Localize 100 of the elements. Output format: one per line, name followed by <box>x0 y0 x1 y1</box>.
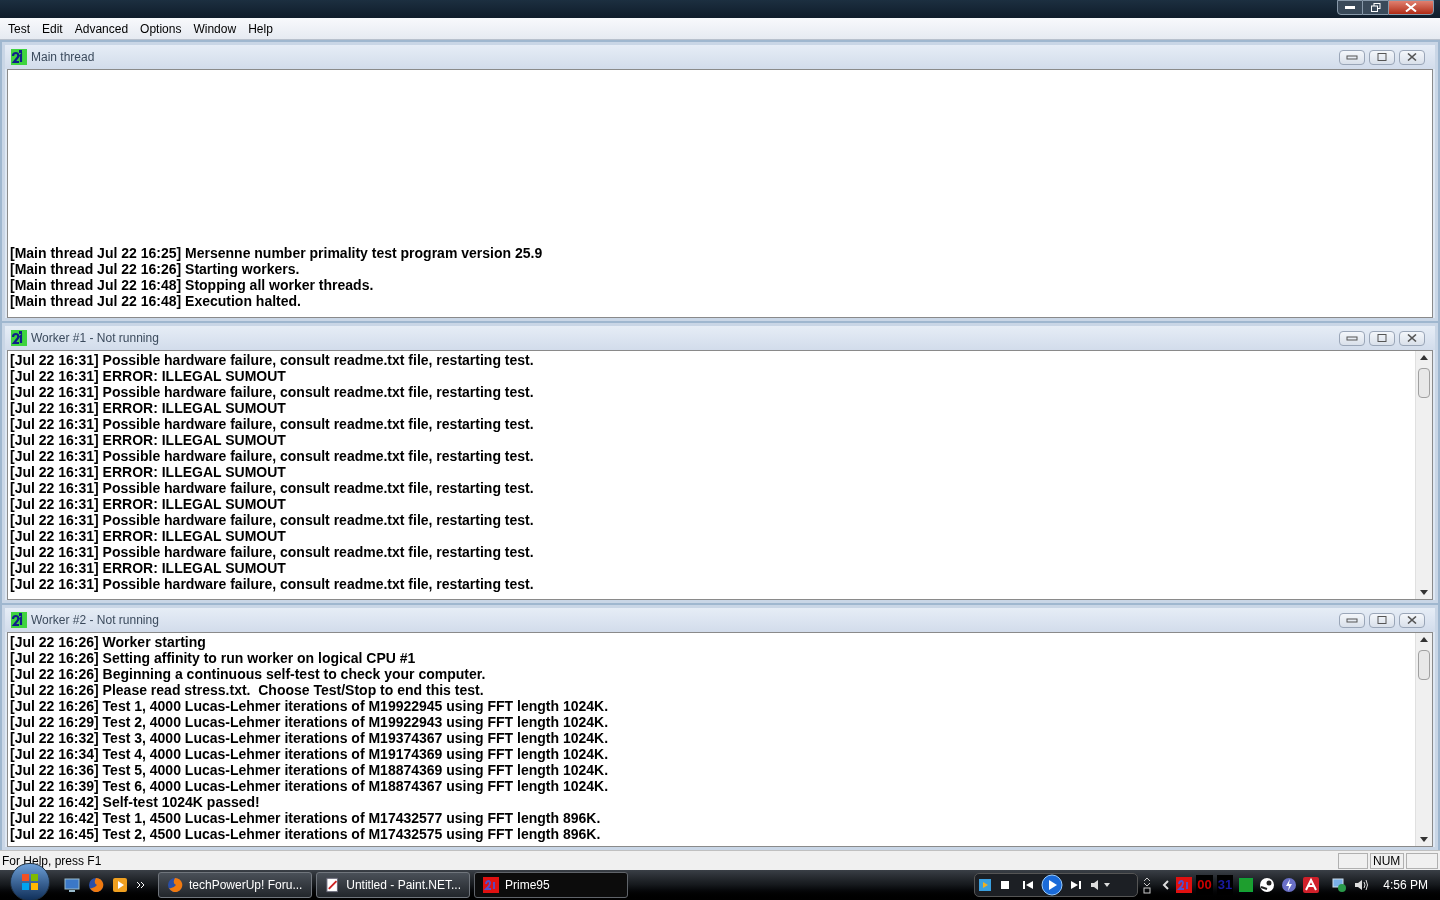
log-line: [Jul 22 16:31] Possible hardware failure, consult readme.txt file, restarting test. <box>10 576 535 592</box>
log-line: [Main thread Jul 22 16:25] Mersenne number primality test program version 25.9 <box>10 245 544 261</box>
scroll-up-icon <box>1420 637 1428 642</box>
menu-item[interactable]: Help <box>242 19 279 38</box>
maximize-icon <box>1376 53 1388 61</box>
windows-logo-icon <box>21 873 39 891</box>
taskbar-button[interactable]: Untitled - Paint.NET... <box>316 872 470 898</box>
prime-icon <box>1176 877 1193 893</box>
prime-icon <box>11 330 27 346</box>
network-icon[interactable] <box>1331 877 1348 893</box>
log-line: [Jul 22 16:31] ERROR: ILLEGAL SUMOUT <box>10 432 287 448</box>
window-title: Main thread <box>31 49 95 66</box>
document-icon <box>325 877 341 893</box>
log-line: [Jul 22 16:34] Test 4, 4000 Lucas-Lehmer iterations of M19174369 using FFT length 1024K. <box>10 746 610 762</box>
maximize-icon <box>1376 616 1388 624</box>
status-indicator: NUM <box>1370 852 1404 869</box>
desktop-icon[interactable] <box>64 878 80 892</box>
scroll-down-icon <box>1420 837 1428 842</box>
log-line: [Jul 22 16:31] ERROR: ILLEGAL SUMOUT <box>10 528 287 544</box>
menu-item[interactable]: Window <box>187 19 243 38</box>
maximize-button[interactable] <box>1369 612 1395 628</box>
scrollbar[interactable] <box>1415 633 1432 846</box>
minimize-icon <box>1346 616 1358 624</box>
log-line: [Jul 22 16:31] Possible hardware failure, consult readme.txt file, restarting test. <box>10 352 535 368</box>
scroll-up-icon <box>1420 355 1428 360</box>
log-line: [Jul 22 16:31] ERROR: ILLEGAL SUMOUT <box>10 400 287 416</box>
clock: 4:56 PM <box>1383 877 1428 894</box>
log-line: [Jul 22 16:42] Test 1, 4500 Lucas-Lehmer iterations of M17432577 using FFT length 896K. <box>10 810 602 826</box>
close-button[interactable] <box>1399 612 1425 628</box>
log-line: [Jul 22 16:31] ERROR: ILLEGAL SUMOUT <box>10 560 287 576</box>
log-line: [Jul 22 16:29] Test 2, 4000 Lucas-Lehmer iterations of M19922943 using FFT length 1024K. <box>10 714 610 730</box>
log-line: [Jul 22 16:26] Test 1, 4000 Lucas-Lehmer iterations of M19922945 using FFT length 1024K. <box>10 698 610 714</box>
log-line: [Jul 22 16:39] Test 6, 4000 Lucas-Lehmer iterations of M18874367 using FFT length 1024K. <box>10 778 610 794</box>
log-line: [Jul 22 16:26] Beginning a continuous self-test to check your computer. <box>10 666 487 682</box>
menu-item[interactable]: Options <box>134 19 188 38</box>
prime-icon <box>483 877 499 893</box>
log-line: [Jul 22 16:36] Test 5, 4000 Lucas-Lehmer iterations of M18874369 using FFT length 1024K. <box>10 762 610 778</box>
maximize-button[interactable] <box>1369 330 1395 346</box>
log-line: [Main thread Jul 22 16:26] Starting workers. <box>10 261 301 277</box>
log-line: [Main thread Jul 22 16:48] Stopping all worker threads. <box>10 277 375 293</box>
close-button[interactable] <box>1399 49 1425 65</box>
scrollbar[interactable] <box>1415 351 1432 599</box>
restore-icon <box>1370 3 1381 12</box>
maximize-icon <box>1376 334 1388 342</box>
menu-item[interactable]: Edit <box>36 19 69 38</box>
window-title: Worker #2 - Not running <box>31 612 159 629</box>
log-line: [Jul 22 16:32] Test 3, 4000 Lucas-Lehmer iterations of M19374367 using FFT length 1024K. <box>10 730 610 746</box>
grid-icon[interactable] <box>1239 878 1254 892</box>
restore-icon[interactable] <box>1142 876 1153 894</box>
taskbar-button[interactable]: Prime95 <box>474 872 628 898</box>
log-line: [Jul 22 16:31] Possible hardware failure, consult readme.txt file, restarting test. <box>10 416 535 432</box>
tray-number: 31 <box>1216 875 1234 895</box>
log-line: [Main thread Jul 22 16:48] Execution halted. <box>10 293 302 309</box>
menu-item[interactable]: Test <box>2 19 36 38</box>
play-icon[interactable] <box>1041 874 1064 896</box>
prime-icon <box>11 612 27 628</box>
scroll-thumb[interactable] <box>1418 368 1430 398</box>
minimize-icon <box>1346 53 1358 61</box>
maximize-button[interactable] <box>1369 49 1395 65</box>
window-title: Worker #1 - Not running <box>31 330 159 347</box>
log-line: [Jul 22 16:45] Test 2, 4500 Lucas-Lehmer iterations of M17432575 using FFT length 896K. <box>10 826 602 842</box>
close-button[interactable] <box>1399 330 1425 346</box>
log-line: [Jul 22 16:31] ERROR: ILLEGAL SUMOUT <box>10 464 287 480</box>
minimize-button[interactable] <box>1337 0 1363 15</box>
log-line: [Jul 22 16:31] ERROR: ILLEGAL SUMOUT <box>10 368 287 384</box>
status-pane <box>1406 852 1438 869</box>
scroll-thumb[interactable] <box>1418 650 1430 680</box>
chevron-left-icon[interactable] <box>1162 880 1171 890</box>
tray-number: 00 <box>1196 875 1213 895</box>
close-icon <box>1406 334 1418 342</box>
globe-icon <box>167 877 183 893</box>
steam-icon[interactable] <box>1259 877 1276 893</box>
close-icon <box>1405 3 1417 12</box>
log-line: [Jul 22 16:26] Worker starting <box>10 634 207 650</box>
media-player-icon[interactable] <box>979 879 992 891</box>
close-icon <box>1406 616 1418 624</box>
restore-button[interactable] <box>1363 0 1388 15</box>
media-player-icon[interactable] <box>112 877 128 893</box>
scroll-down-icon <box>1420 590 1428 595</box>
taskbar-button[interactable]: techPowerUp! Foru... <box>158 872 312 898</box>
speaker-icon[interactable] <box>1353 877 1370 893</box>
close-icon <box>1406 53 1418 61</box>
log-line: [Jul 22 16:31] ERROR: ILLEGAL SUMOUT <box>10 496 287 512</box>
minimize-icon <box>1346 334 1358 342</box>
log-line: [Jul 22 16:31] Possible hardware failure, consult readme.txt file, restarting test. <box>10 480 535 496</box>
log-line: [Jul 22 16:31] Possible hardware failure, consult readme.txt file, restarting test. <box>10 544 535 560</box>
close-button[interactable] <box>1388 0 1434 15</box>
status-pane <box>1338 852 1368 869</box>
prime-icon <box>11 49 27 65</box>
log-line: [Jul 22 16:42] Self-test 1024K passed! <box>10 794 261 810</box>
chevron-icon[interactable] <box>136 880 146 890</box>
status-text: For Help, press F1 <box>2 852 103 870</box>
minimize-icon <box>1345 5 1355 10</box>
menu-item[interactable]: Advanced <box>68 19 135 38</box>
log-line: [Jul 22 16:31] Possible hardware failure, consult readme.txt file, restarting test. <box>10 512 535 528</box>
log-line: [Jul 22 16:31] Possible hardware failure, consult readme.txt file, restarting test. <box>10 448 535 464</box>
log-line: [Jul 22 16:26] Please read stress.txt. Choose Test/Stop to end this test. <box>10 682 485 698</box>
log-line: [Jul 22 16:26] Setting affinity to run worker on logical CPU #1 <box>10 650 417 666</box>
lightning-icon[interactable] <box>1281 877 1298 893</box>
globe-icon[interactable] <box>88 877 104 893</box>
